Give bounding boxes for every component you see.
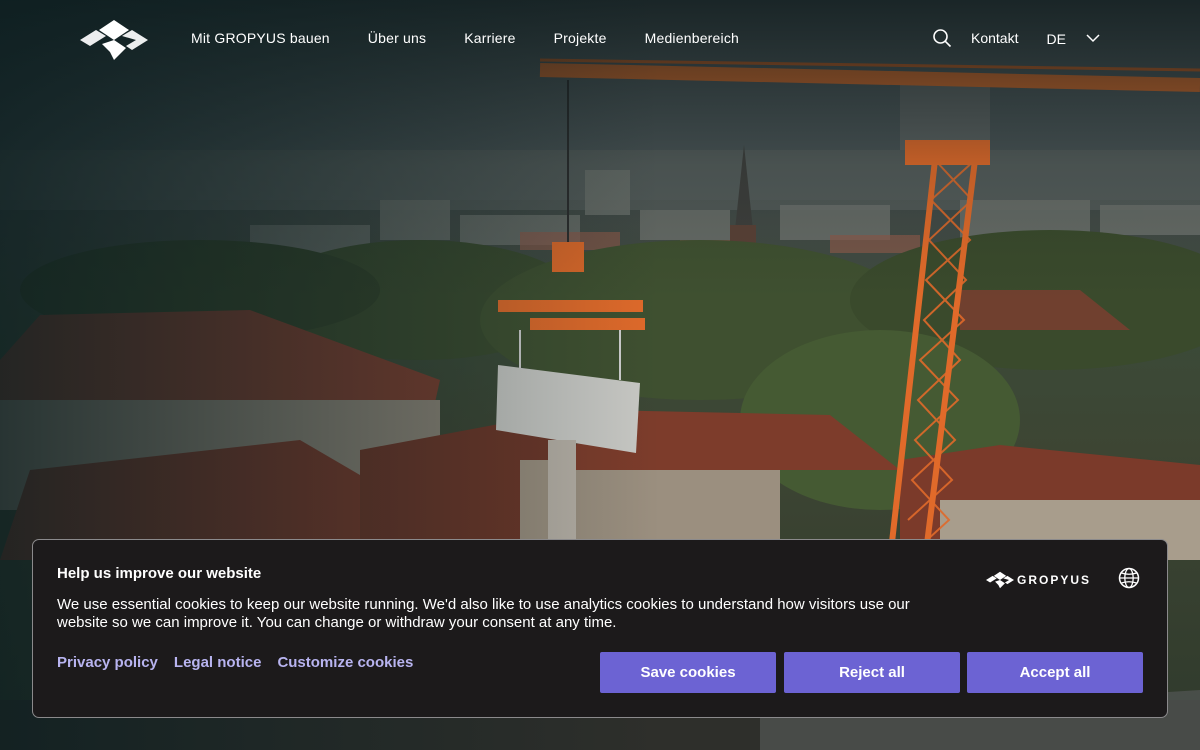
legal-notice-link[interactable]: Legal notice: [174, 654, 262, 671]
contact-link[interactable]: Kontakt: [971, 30, 1018, 46]
header-actions: Kontakt DE: [932, 28, 1100, 48]
gropyus-logo[interactable]: [80, 19, 148, 61]
globe-icon: [1118, 567, 1140, 589]
language-selector[interactable]: DE: [1046, 29, 1100, 47]
cookie-banner-links: Privacy policy Legal notice Customize co…: [57, 654, 413, 671]
nav-item-build-with-gropyus[interactable]: Mit GROPYUS bauen: [191, 30, 330, 46]
customize-cookies-link[interactable]: Customize cookies: [277, 654, 413, 671]
cookie-banner-brand: GROPYUS: [986, 571, 1091, 589]
main-navigation: Mit GROPYUS bauen Über uns Karriere Proj…: [191, 30, 739, 46]
search-button[interactable]: [932, 28, 952, 48]
site-header: Mit GROPYUS bauen Über uns Karriere Proj…: [0, 0, 1200, 78]
nav-item-careers[interactable]: Karriere: [464, 30, 515, 46]
nav-item-about-us[interactable]: Über uns: [368, 30, 426, 46]
search-icon: [933, 29, 952, 48]
accept-all-button[interactable]: Accept all: [967, 652, 1143, 693]
nav-item-projects[interactable]: Projekte: [554, 30, 607, 46]
cookie-banner-description: We use essential cookies to keep our web…: [57, 596, 910, 631]
reject-all-button[interactable]: Reject all: [784, 652, 960, 693]
gropyus-logo-icon: [80, 20, 148, 60]
language-switch-button[interactable]: [1118, 567, 1140, 589]
chevron-down-icon: [1086, 34, 1100, 43]
cookie-banner-title: Help us improve our website: [57, 565, 262, 582]
cookie-consent-banner: Help us improve our website We use essen…: [32, 539, 1168, 718]
gropyus-wordmark: GROPYUS: [1017, 573, 1092, 587]
privacy-policy-link[interactable]: Privacy policy: [57, 654, 158, 671]
language-current: DE: [1046, 31, 1066, 47]
save-cookies-button[interactable]: Save cookies: [600, 652, 776, 693]
gropyus-brand-icon: [986, 571, 1014, 589]
nav-item-media[interactable]: Medienbereich: [645, 30, 739, 46]
